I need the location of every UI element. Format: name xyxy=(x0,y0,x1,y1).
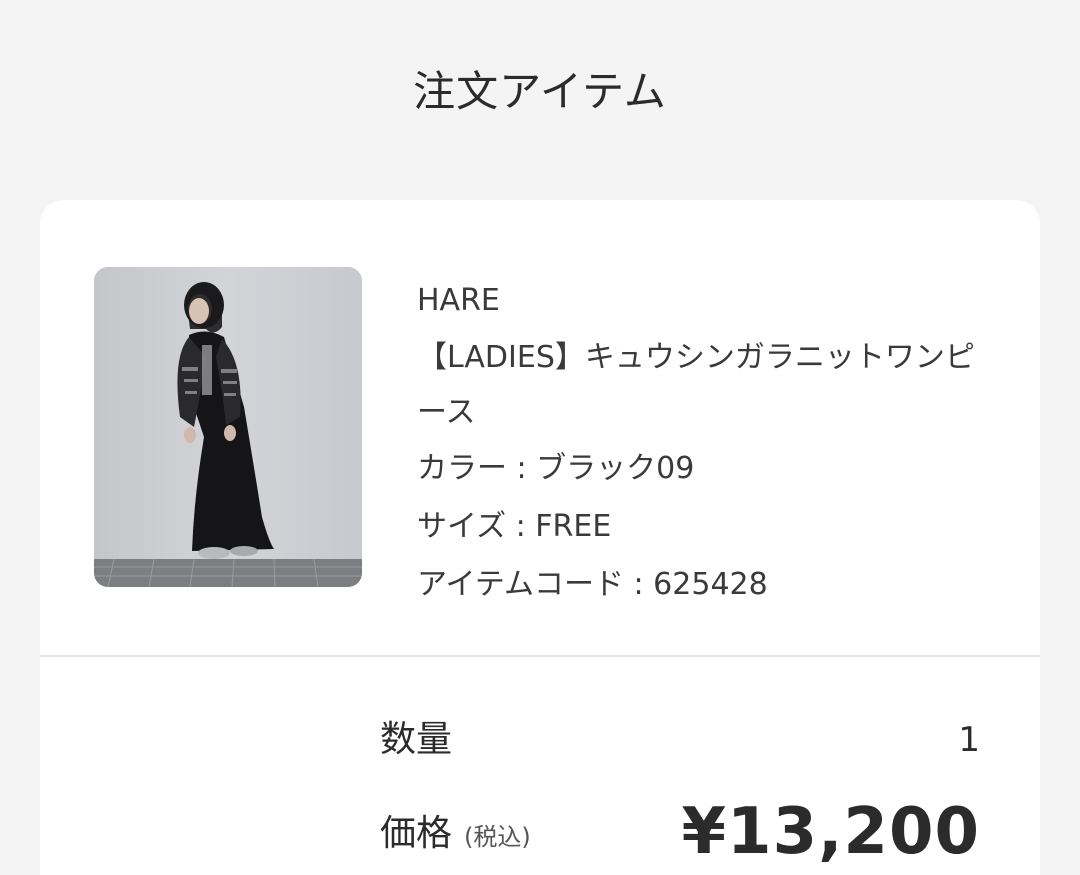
product-image[interactable] xyxy=(94,267,362,587)
product-row[interactable]: HARE 【LADIES】キュウシンガラニットワンピース カラー : ブラック0… xyxy=(40,200,1040,655)
price-label: 価格 xyxy=(380,813,453,854)
item-code-line: アイテムコード : 625428 xyxy=(417,567,768,602)
product-photo-illustration xyxy=(94,267,362,587)
price-row: 価格 (税込) ¥13,200 xyxy=(380,792,980,872)
tax-note: (税込) xyxy=(464,823,531,851)
product-name[interactable]: 【LADIES】キュウシンガラニットワンピース xyxy=(417,330,997,440)
size-line: サイズ : FREE xyxy=(417,509,612,544)
price-label-group: 価格 (税込) xyxy=(380,806,531,865)
order-item-card: HARE 【LADIES】キュウシンガラニットワンピース カラー : ブラック0… xyxy=(40,200,1040,875)
price-value: ¥13,200 xyxy=(681,795,980,869)
color-line: カラー : ブラック09 xyxy=(417,451,695,486)
product-details: HARE 【LADIES】キュウシンガラニットワンピース カラー : ブラック0… xyxy=(417,272,997,614)
page-title: 注文アイテム xyxy=(413,67,667,116)
quantity-value: 1 xyxy=(958,720,980,760)
quantity-label: 数量 xyxy=(380,719,453,760)
brand-name: HARE xyxy=(417,283,500,318)
order-items-page: 注文アイテム HARE 【LADIES】キュウシンガラニットワンピース カラー … xyxy=(0,0,1080,875)
quantity-row: 数量 1 xyxy=(380,712,980,768)
divider xyxy=(40,655,1040,657)
